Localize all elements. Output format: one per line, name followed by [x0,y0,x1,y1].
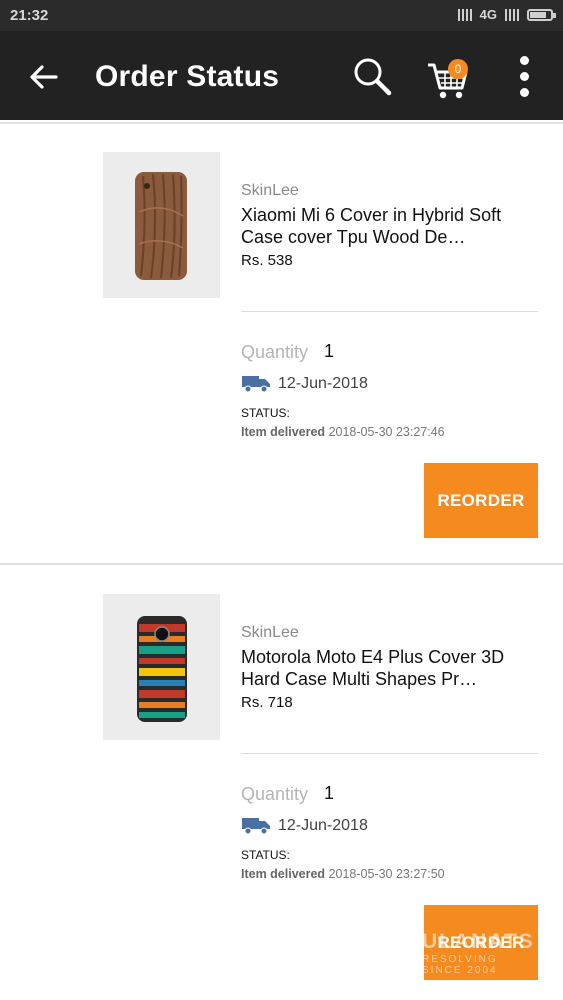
status-icons: 4G [457,7,556,22]
status-text: Item delivered [241,867,326,881]
delivery-date: 12-Jun-2018 [278,817,368,834]
delivery-truck-icon [242,818,270,835]
watermark-line2: RESOLVING [422,954,498,965]
product-name[interactable]: Xiaomi Mi 6 Cover in Hybrid Soft Case co… [241,204,531,248]
product-brand: SkinLee [241,182,299,199]
status-value: Item delivered 2018-05-30 23:27:50 [241,867,445,881]
signal-icon-2 [505,8,519,21]
reorder-button[interactable]: REORDER [424,463,538,538]
network-label: 4G [479,7,497,22]
quantity-label: Quantity [241,342,309,362]
back-arrow-icon[interactable] [26,59,62,95]
card-divider [241,311,538,312]
header-divider [0,122,563,124]
delivery-date: 12-Jun-2018 [278,375,368,392]
card-divider [241,753,538,754]
product-price: Rs. 718 [241,694,293,711]
order-separator [0,563,563,565]
status-value: Item delivered 2018-05-30 23:27:46 [241,425,445,439]
product-image[interactable] [103,594,220,740]
quantity-value: 1 [324,783,335,803]
app-bar: Order Status 0 [0,31,563,120]
delivery-truck-icon [242,376,270,393]
cart-count-badge: 0 [448,59,468,79]
watermark-line1: ULANATS [422,930,535,953]
watermark: ULANATS RESOLVING SINCE 2004 [422,930,542,982]
status-time: 2018-05-30 23:27:50 [328,867,445,881]
product-brand: SkinLee [241,624,299,641]
tribal-case-image [137,616,187,722]
battery-icon [527,8,556,21]
more-vert-icon[interactable] [514,56,534,100]
wood-case-image [135,172,187,280]
page-title: Order Status [95,60,280,93]
status-label: STATUS: [241,848,290,862]
status-label: STATUS: [241,406,290,420]
signal-icon [457,8,472,21]
status-time: 21:32 [10,7,49,24]
quantity-label: Quantity [241,784,309,804]
product-name[interactable]: Motorola Moto E4 Plus Cover 3D Hard Case… [241,646,531,690]
product-image[interactable] [103,152,220,298]
search-icon[interactable] [350,55,394,99]
status-time: 2018-05-30 23:27:46 [328,425,445,439]
quantity-value: 1 [324,341,335,361]
status-bar: 21:32 4G [0,0,563,31]
product-price: Rs. 538 [241,252,293,269]
watermark-line3: SINCE 2004 [422,965,498,976]
status-text: Item delivered [241,425,326,439]
